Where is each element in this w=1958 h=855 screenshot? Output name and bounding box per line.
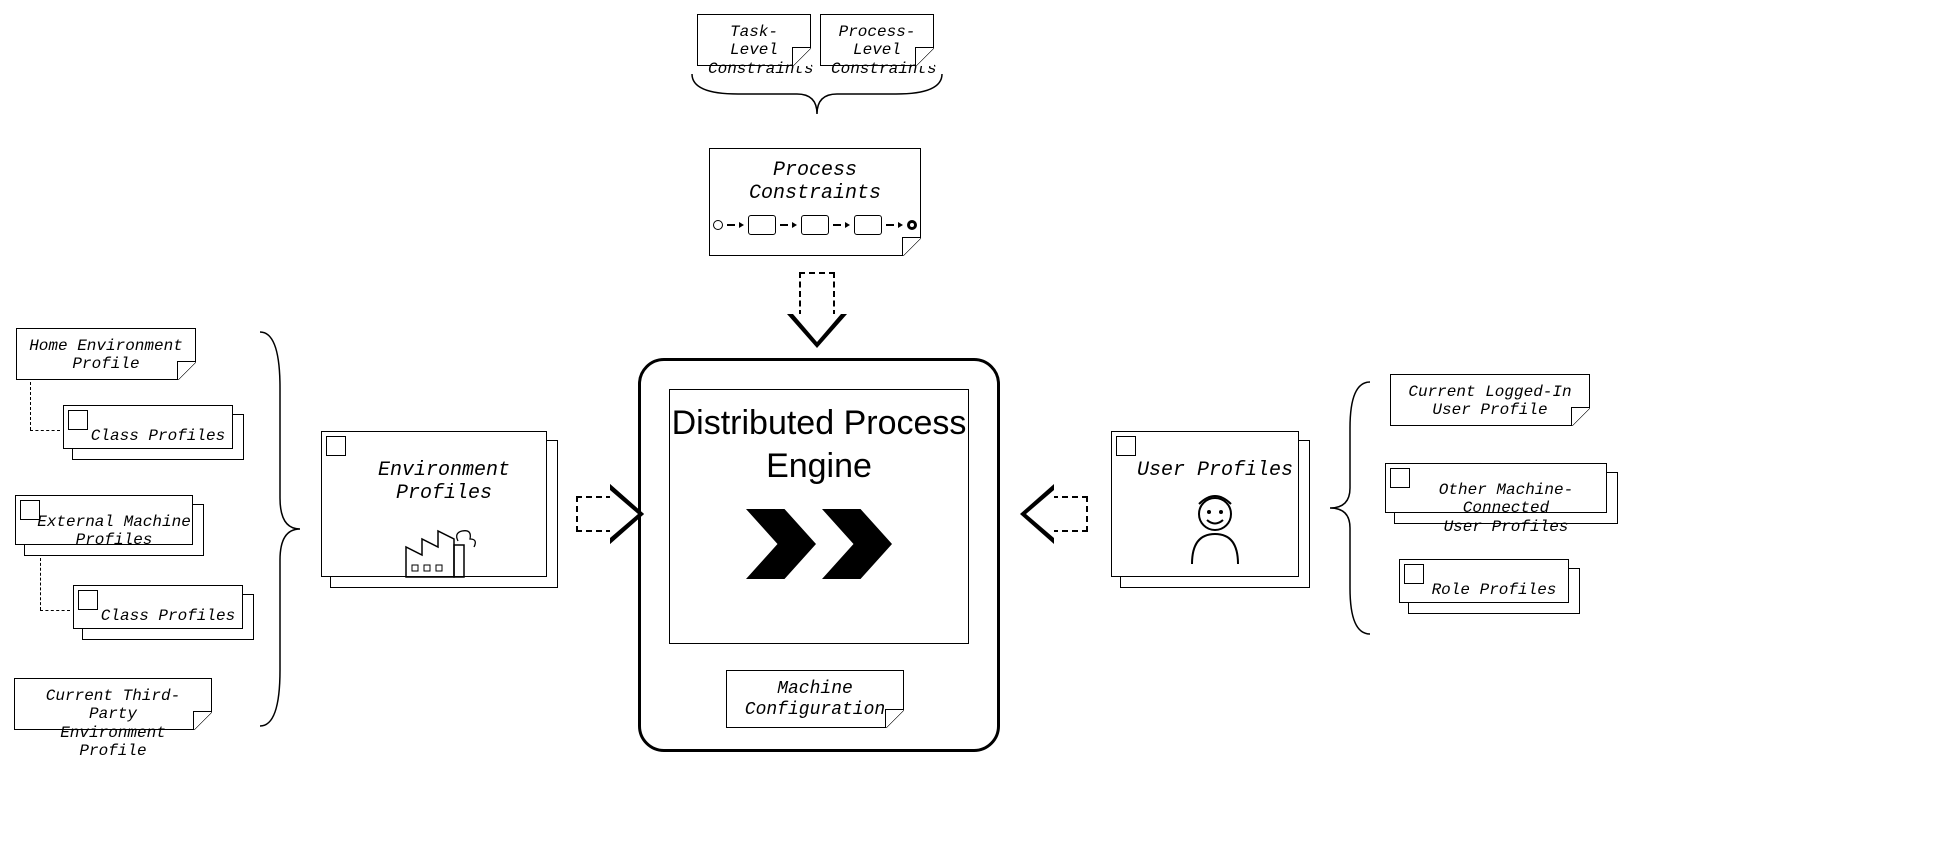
label: Task-LevelConstraints — [708, 23, 800, 78]
note-class-profiles-2: Class Profiles — [82, 594, 254, 640]
note-third-party-env: Current Third-PartyEnvironment Profile — [14, 678, 212, 730]
note-logged-in-user: Current Logged-InUser Profile — [1390, 374, 1590, 426]
chevrons-icon — [746, 509, 892, 579]
label: MachineConfiguration — [737, 679, 893, 720]
arrow-process-to-engine — [799, 272, 835, 316]
brace-top — [688, 72, 946, 126]
note-role-profiles: Role Profiles — [1408, 568, 1580, 614]
dash-connector — [40, 558, 41, 610]
note-home-env-profile: Home EnvironmentProfile — [16, 328, 196, 380]
dash-connector — [40, 610, 70, 611]
label: Process Constraints — [720, 159, 910, 205]
label: Current Logged-InUser Profile — [1401, 383, 1579, 420]
label: External MachineProfiles — [35, 513, 193, 550]
label: Current Third-PartyEnvironment Profile — [25, 687, 201, 761]
label: User Profiles — [1131, 459, 1299, 482]
note-task-level-constraints: Task-LevelConstraints — [697, 14, 811, 66]
brace-right — [1326, 378, 1374, 638]
diagram-canvas: Task-LevelConstraints Process-LevelConst… — [0, 0, 1958, 855]
note-class-profiles-1: Class Profiles — [72, 414, 244, 460]
arrow-user-to-engine — [1052, 496, 1088, 532]
brace-left — [256, 328, 304, 730]
label: Home EnvironmentProfile — [27, 337, 185, 374]
label: Class Profiles — [93, 607, 243, 625]
note-other-connected-users: Other Machine-ConnectedUser Profiles — [1394, 472, 1618, 524]
engine-inner: Distributed ProcessEngine — [669, 389, 969, 644]
label: Environment Profiles — [341, 459, 547, 505]
dash-connector — [30, 382, 31, 430]
user-icon — [1180, 492, 1250, 568]
factory-icon — [394, 517, 494, 581]
label: Class Profiles — [83, 427, 233, 445]
note-external-machine-profiles: External MachineProfiles — [24, 504, 204, 556]
label: Role Profiles — [1419, 581, 1569, 599]
arrow-env-to-engine — [576, 496, 612, 532]
note-environment-profiles: Environment Profiles — [330, 440, 558, 588]
note-user-profiles: User Profiles — [1120, 440, 1310, 588]
note-machine-configuration: MachineConfiguration — [726, 670, 904, 728]
label: Process-LevelConstraints — [831, 23, 923, 78]
dash-connector — [30, 430, 60, 431]
bpmn-mini-flow-icon — [713, 215, 917, 235]
label: Other Machine-ConnectedUser Profiles — [1405, 481, 1607, 536]
engine-title: Distributed ProcessEngine — [672, 402, 967, 487]
note-process-level-constraints: Process-LevelConstraints — [820, 14, 934, 66]
note-process-constraints: Process Constraints — [709, 148, 921, 256]
